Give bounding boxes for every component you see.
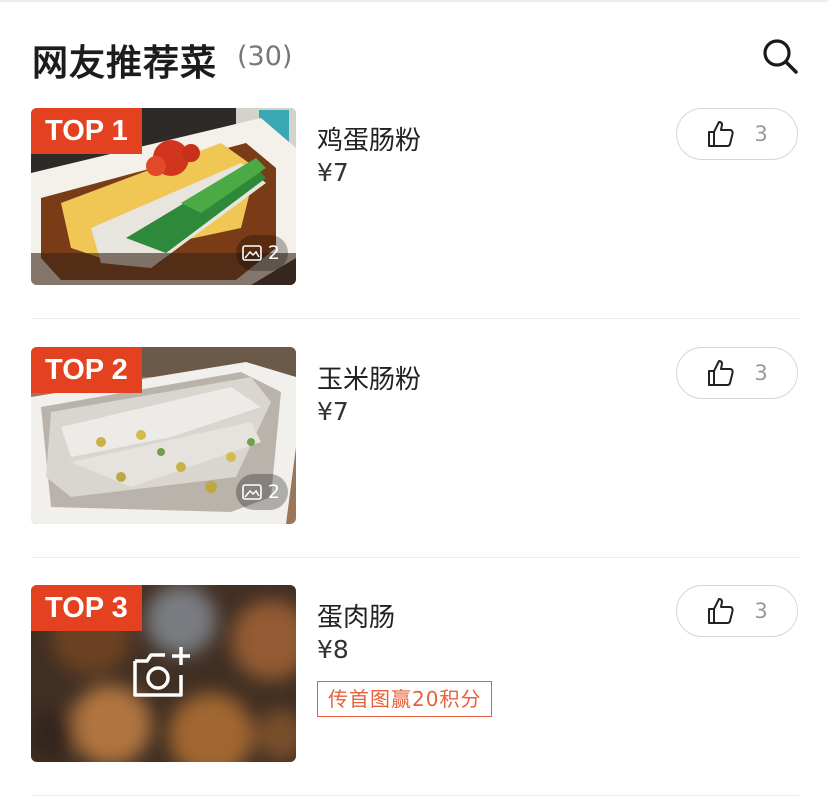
like-button[interactable]: 3 — [676, 585, 798, 637]
image-count-badge: 2 — [235, 235, 288, 271]
section-title: 网友推荐菜 — [32, 43, 218, 84]
thumbs-up-icon — [708, 598, 734, 624]
search-icon[interactable] — [760, 36, 800, 76]
dish-photo[interactable]: TOP 1 2 — [31, 108, 296, 285]
section-header: 网友推荐菜 (30) — [32, 26, 800, 86]
dish-item[interactable]: TOP 3 蛋肉肠 ¥8 传首图赢20积分 3 — [31, 585, 799, 763]
dish-price: ¥7 — [317, 158, 349, 187]
like-count: 3 — [754, 599, 768, 623]
image-icon — [242, 245, 262, 261]
image-count: 2 — [267, 242, 280, 264]
dish-price: ¥7 — [317, 397, 349, 426]
dish-name: 玉米肠粉 — [317, 365, 422, 395]
image-count: 2 — [267, 481, 280, 503]
thumbs-up-icon — [708, 360, 734, 386]
dish-photo[interactable]: TOP 2 2 — [31, 347, 296, 524]
item-divider — [31, 795, 799, 796]
dish-name: 蛋肉肠 — [317, 603, 396, 633]
rank-badge: TOP 3 — [31, 585, 142, 631]
like-count: 3 — [754, 361, 768, 385]
image-count-badge: 2 — [235, 474, 288, 510]
dish-count: (30) — [237, 41, 293, 72]
top-divider — [0, 0, 828, 2]
dish-item[interactable]: TOP 1 2 鸡蛋肠粉 ¥7 3 — [31, 108, 799, 286]
upload-reward-tag[interactable]: 传首图赢20积分 — [317, 681, 493, 717]
item-divider — [31, 557, 799, 558]
dish-price: ¥8 — [317, 635, 349, 664]
like-count: 3 — [754, 122, 768, 146]
upload-first-photo[interactable]: TOP 3 — [31, 585, 296, 762]
thumbs-up-icon — [708, 121, 734, 147]
dish-name: 鸡蛋肠粉 — [317, 126, 422, 156]
like-button[interactable]: 3 — [676, 108, 798, 160]
item-divider — [31, 318, 799, 319]
rank-badge: TOP 1 — [31, 108, 142, 154]
dish-item[interactable]: TOP 2 2 玉米肠粉 ¥7 3 — [31, 347, 799, 525]
image-icon — [242, 484, 262, 500]
rank-badge: TOP 2 — [31, 347, 142, 393]
add-photo-icon[interactable] — [131, 645, 195, 701]
like-button[interactable]: 3 — [676, 347, 798, 399]
